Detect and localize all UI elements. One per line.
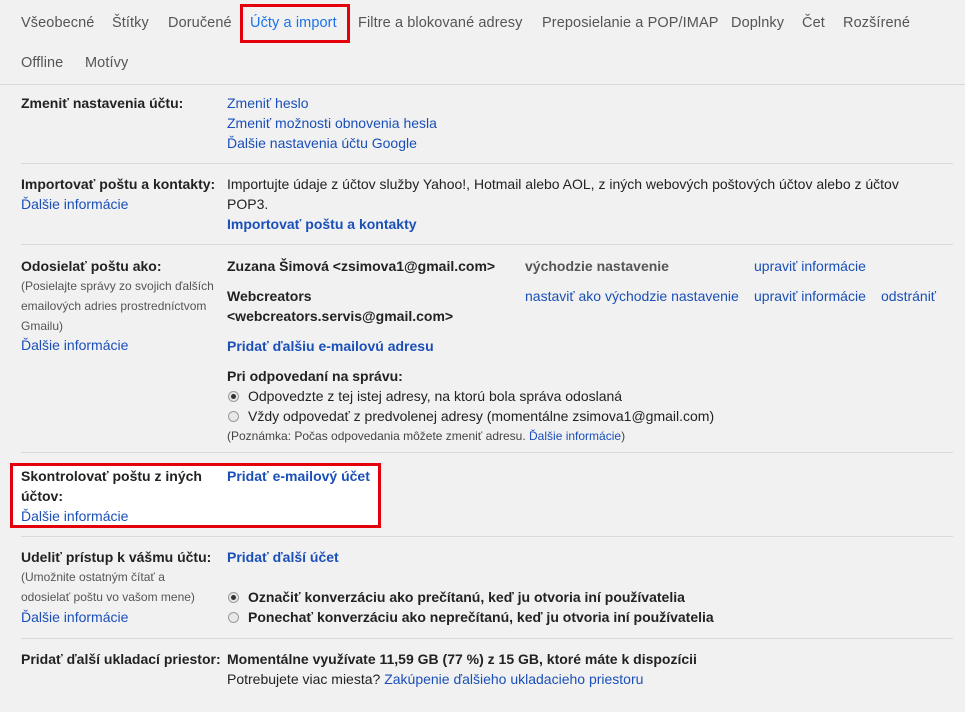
add-another-account-link[interactable]: Pridať ďalší účet (227, 549, 339, 565)
section-change-account: Zmeniť nastavenia účtu: Zmeniť heslo Zme… (21, 84, 953, 164)
change-recovery-link[interactable]: Zmeniť možnosti obnovenia hesla (227, 115, 437, 131)
delete-address-link[interactable]: odstrániť (881, 288, 936, 304)
storage-usage: Momentálne využívate 11,59 GB (77 %) z 1… (227, 651, 697, 667)
reply-option-2: Vždy odpovedať z predvolenej adresy (mom… (248, 408, 715, 424)
tab-filters[interactable]: Filtre a blokované adresy (358, 15, 523, 31)
reply-default-address-radio[interactable] (228, 411, 239, 422)
send-as-more-info-link[interactable]: Ďalšie informácie (21, 337, 128, 353)
change-password-link[interactable]: Zmeniť heslo (227, 95, 309, 111)
send-as-address-2-name: Webcreators (227, 288, 312, 304)
make-default-link[interactable]: nastaviť ako východzie nastavenie (525, 288, 739, 304)
mark-read-option: Označiť konverzáciu ako prečítanú, keď j… (248, 589, 685, 605)
storage-question-text: Potrebujete viac miesta? (227, 671, 381, 687)
mark-read-radio[interactable] (228, 592, 239, 603)
import-description: Importujte údaje z účtov služby Yahoo!, … (227, 176, 899, 192)
section-grant-access: Udeliť prístup k vášmu účtu: (Umožnite o… (21, 537, 953, 639)
reply-note: (Poznámka: Počas odpovedania môžete zmen… (227, 429, 625, 443)
reply-option-1: Odpovedzte z tej istej adresy, na ktorú … (248, 388, 623, 404)
tab-labels[interactable]: Štítky (112, 15, 149, 31)
section-label: Zmeniť nastavenia účtu: (21, 95, 184, 111)
add-email-address-link[interactable]: Pridať ďalšiu e-mailovú adresu (227, 338, 434, 354)
edit-info-link-1[interactable]: upraviť informácie (754, 258, 866, 274)
send-as-address-1: Zuzana Šimová <zsimova1@gmail.com> (227, 258, 496, 274)
section-storage: Pridať ďalší ukladací priestor: Momentál… (21, 639, 953, 712)
import-description-cont: POP3. (227, 196, 269, 212)
send-as-desc: Gmailu) (21, 319, 64, 333)
section-label: Pridať ďalší ukladací priestor: (21, 651, 221, 667)
settings-tabs: Všeobecné Štítky Doručené Účty a import … (0, 0, 965, 85)
section-label: Udeliť prístup k vášmu účtu: (21, 549, 212, 565)
tab-general[interactable]: Všeobecné (21, 15, 94, 31)
note-more-info-link[interactable]: Ďalšie informácie (529, 429, 621, 443)
grant-access-more-info-link[interactable]: Ďalšie informácie (21, 609, 128, 625)
note-end: ) (621, 429, 626, 443)
send-as-address-2-email: <webcreators.servis@gmail.com> (227, 308, 454, 324)
tab-chat[interactable]: Čet (802, 15, 825, 31)
section-label-line2: účtov: (21, 488, 63, 504)
tab-advanced[interactable]: Rozšírené (843, 15, 910, 31)
storage-question: Potrebujete viac miesta? Zakúpenie ďalši… (227, 671, 643, 687)
note-text: (Poznámka: Počas odpovedania môžete zmen… (227, 429, 526, 443)
grant-access-desc: odosielať poštu vo vašom mene) (21, 590, 195, 604)
keep-unread-option: Ponechať konverzáciu ako neprečítanú, ke… (248, 609, 714, 625)
grant-access-desc: (Umožnite ostatným čítať a (21, 570, 165, 584)
reply-title: Pri odpovedaní na správu: (227, 368, 403, 384)
add-mail-account-link[interactable]: Pridať e-mailový účet (227, 468, 370, 484)
section-check-mail: Skontrolovať poštu z iných účtov: Ďalšie… (21, 452, 953, 537)
tab-themes[interactable]: Motívy (85, 55, 128, 71)
google-account-settings-link[interactable]: Ďalšie nastavenia účtu Google (227, 135, 417, 151)
section-send-as: Odosielať poštu ako: (Posielajte správy … (21, 245, 953, 453)
default-status: východzie nastavenie (525, 258, 669, 274)
tab-inbox[interactable]: Doručené (168, 15, 232, 31)
section-label: Odosielať poštu ako: (21, 258, 162, 274)
tab-highlight-box (240, 4, 350, 43)
section-label-line1: Skontrolovať poštu z iných (21, 468, 202, 484)
section-import-mail: Importovať poštu a kontakty: Ďalšie info… (21, 164, 953, 245)
import-mail-contacts-link[interactable]: Importovať poštu a kontakty (227, 216, 417, 232)
import-more-info-link[interactable]: Ďalšie informácie (21, 196, 128, 212)
section-label: Importovať poštu a kontakty: (21, 176, 216, 192)
tab-offline[interactable]: Offline (21, 55, 63, 71)
send-as-desc: emailových adries prostredníctvom (21, 299, 207, 313)
send-as-desc: (Posielajte správy zo svojich ďalších (21, 279, 214, 293)
check-mail-more-info-link[interactable]: Ďalšie informácie (21, 508, 128, 524)
edit-info-link-2[interactable]: upraviť informácie (754, 288, 866, 304)
keep-unread-radio[interactable] (228, 612, 239, 623)
reply-same-address-radio[interactable] (228, 391, 239, 402)
tab-addons[interactable]: Doplnky (731, 15, 784, 31)
buy-storage-link[interactable]: Zakúpenie ďalšieho ukladacieho priestoru (384, 671, 643, 687)
tab-forwarding[interactable]: Preposielanie a POP/IMAP (542, 15, 719, 31)
